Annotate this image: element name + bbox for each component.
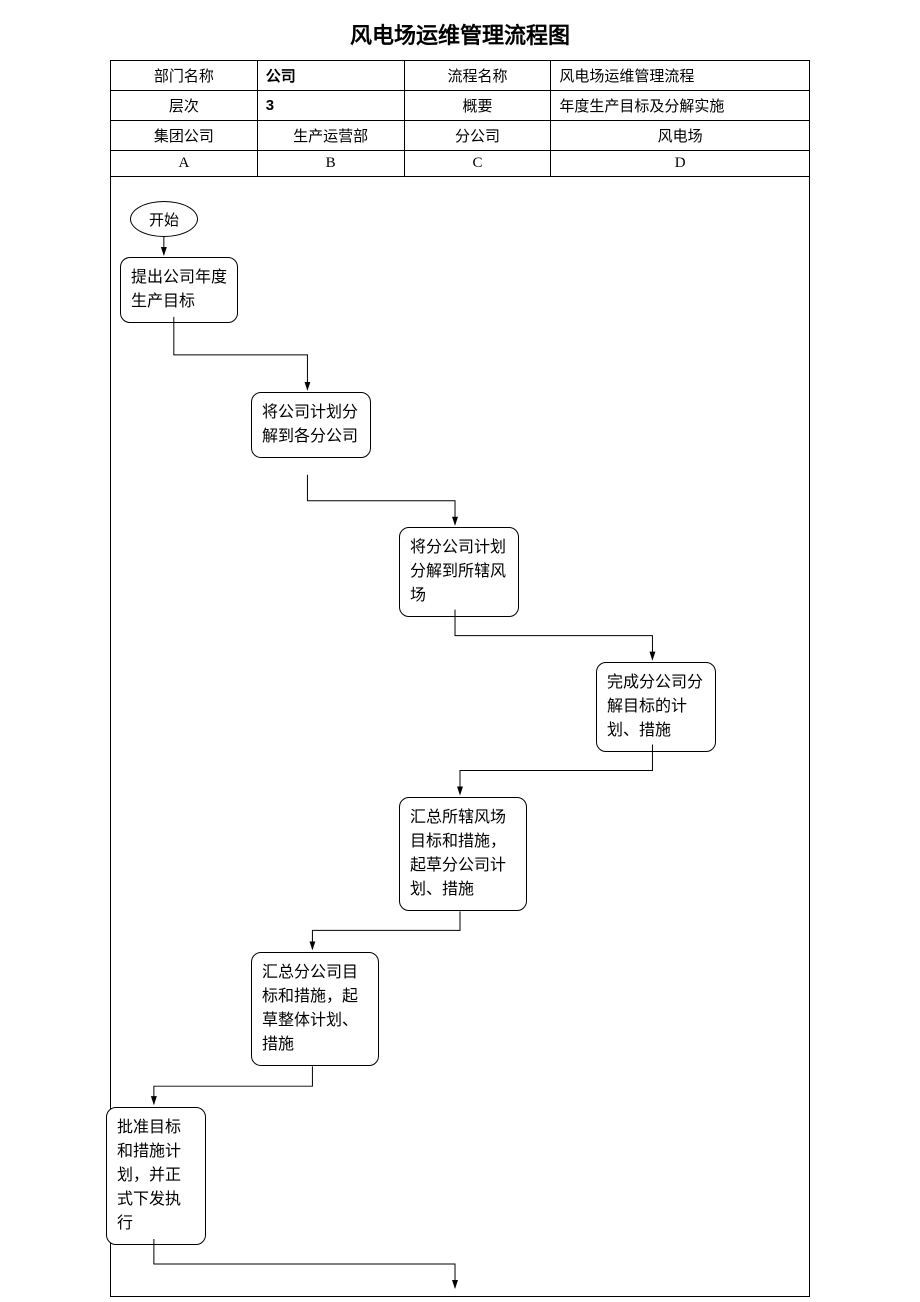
summary-value: 年度生产目标及分解实施 (551, 91, 810, 121)
node-approve: 批准目标和措施计划，并正式下发执行 (106, 1107, 206, 1245)
node-summarize-farm: 汇总所辖风场目标和措施，起草分公司计划、措施 (399, 797, 527, 911)
col-a-letter: A (111, 151, 258, 177)
dept-label: 部门名称 (111, 61, 258, 91)
col-a-name: 集团公司 (111, 121, 258, 151)
level-label: 层次 (111, 91, 258, 121)
col-c-name: 分公司 (404, 121, 551, 151)
node-decompose-branch: 将分公司计划分解到所辖风场 (399, 527, 519, 617)
node-summarize-branch: 汇总分公司目标和措施，起草整体计划、措施 (251, 952, 379, 1066)
page-title: 风电场运维管理流程图 (0, 0, 920, 60)
node-decompose-company: 将公司计划分解到各分公司 (251, 392, 371, 458)
header-table: 部门名称 公司 流程名称 风电场运维管理流程 层次 3 概要 年度生产目标及分解… (110, 60, 810, 177)
col-d-letter: D (551, 151, 810, 177)
col-d-name: 风电场 (551, 121, 810, 151)
flow-area: 开始 提出公司年度生产目标 将公司计划分解到各分公司 将分公司计划分解到所辖风场… (110, 177, 810, 1297)
col-c-letter: C (404, 151, 551, 177)
node-complete-plan: 完成分公司分解目标的计划、措施 (596, 662, 716, 752)
start-node: 开始 (130, 201, 198, 237)
proc-value: 风电场运维管理流程 (551, 61, 810, 91)
col-b-letter: B (257, 151, 404, 177)
col-b-name: 生产运营部 (257, 121, 404, 151)
summary-label: 概要 (404, 91, 551, 121)
level-value: 3 (257, 91, 404, 121)
proc-label: 流程名称 (404, 61, 551, 91)
dept-value: 公司 (257, 61, 404, 91)
node-propose-target: 提出公司年度生产目标 (120, 257, 238, 323)
